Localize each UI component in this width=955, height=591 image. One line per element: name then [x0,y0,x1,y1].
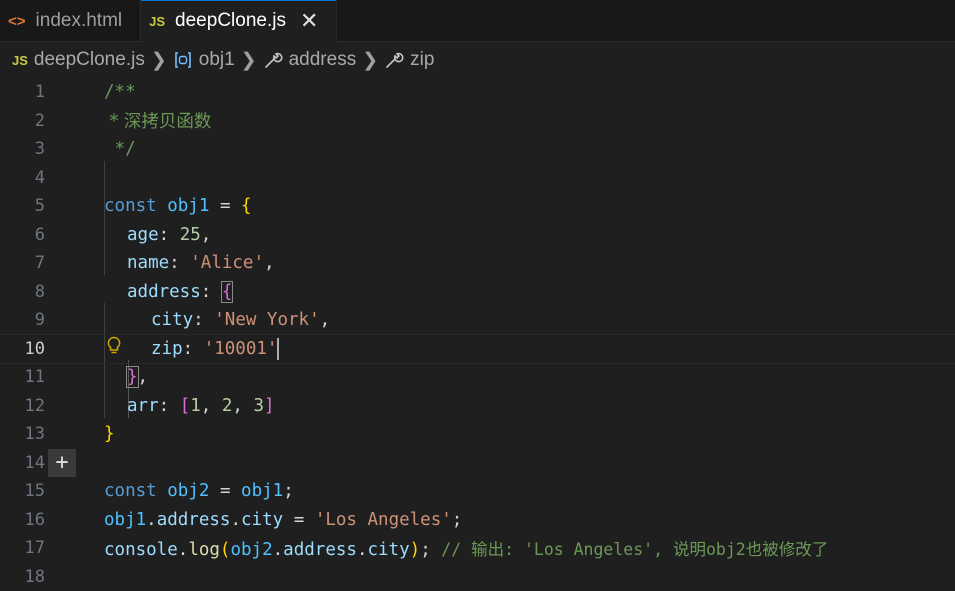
line-number: 7 [0,253,45,273]
add-icon[interactable]: + [48,449,76,477]
code-comment: /** [104,82,136,102]
line-number: 4 [0,168,45,188]
code-editor[interactable]: 1 /** 2 * 深拷贝函数 3 */ 4 5 const obj1 = { … [0,78,955,576]
code-text: city: 'New York', [151,310,330,330]
code-line: 8 address: { [0,278,955,307]
tab-label: index.html [36,10,123,32]
code-comment: * 深拷贝函数 [104,108,211,133]
line-number: 8 [0,282,45,302]
code-line: 7 name: 'Alice', [0,249,955,278]
code-text: const obj2 = obj1; [104,481,294,501]
tab-bar: <> index.html JS deepClone.js ✕ [0,0,955,42]
code-text: name: 'Alice', [127,253,275,273]
line-number: 5 [0,196,45,216]
wrench-icon [384,50,404,70]
code-line: 9 city: 'New York', [0,306,955,335]
lightbulb-icon[interactable] [106,336,122,361]
js-file-icon: JS [12,53,28,68]
code-line: 2 * 深拷贝函数 [0,107,955,136]
line-number: 6 [0,225,45,245]
code-text: const obj1 = { [104,196,252,216]
code-line: 6 age: 25, [0,221,955,250]
code-comment: */ [104,139,136,159]
line-number: 3 [0,139,45,159]
breadcrumb-item-file[interactable]: deepClone.js [34,49,145,71]
js-file-icon: JS [149,14,165,29]
line-number: 2 [0,111,45,131]
code-text: console.log(obj2.address.city); // 输出: '… [104,536,828,560]
line-number: 13 [0,424,45,444]
code-line: 3 */ [0,135,955,164]
breadcrumb: JS deepClone.js ❯ obj1 ❯ address ❯ zip [0,42,955,78]
wrench-icon [263,50,283,70]
line-number: 14 [0,453,45,473]
chevron-right-icon: ❯ [241,49,257,72]
code-line: 12 arr: [1, 2, 3] [0,392,955,421]
code-line: 15 const obj2 = obj1; [0,477,955,506]
variable-icon [173,51,193,69]
tab-deepclone-js[interactable]: JS deepClone.js ✕ [141,0,337,42]
text-cursor [277,338,279,360]
code-line: 14 + [0,449,955,478]
line-number: 1 [0,82,45,102]
line-number: 17 [0,538,45,558]
line-number: 9 [0,310,45,330]
code-line: 4 [0,164,955,193]
line-number: 11 [0,367,45,387]
breadcrumb-item-obj1[interactable]: obj1 [199,49,235,71]
tab-label: deepClone.js [175,10,286,32]
code-text: }, [127,367,148,387]
code-text: address: { [127,282,232,302]
current-code-line: 10 zip: '10001' [0,335,955,364]
code-line: 5 const obj1 = { [0,192,955,221]
code-line: 16 obj1.address.city = 'Los Angeles'; [0,506,955,535]
line-number: 16 [0,510,45,530]
breadcrumb-item-zip[interactable]: zip [410,49,434,71]
chevron-right-icon: ❯ [362,49,378,72]
close-icon[interactable]: ✕ [300,10,318,32]
line-number: 18 [0,567,45,587]
code-text: } [104,424,115,444]
code-text: age: 25, [127,225,211,245]
code-line: 13 } [0,420,955,449]
html-file-icon: <> [8,13,26,30]
line-number: 10 [0,339,45,359]
line-number: 12 [0,396,45,416]
code-line: 17 console.log(obj2.address.city); // 输出… [0,534,955,563]
code-line: 18 [0,563,955,591]
line-number: 15 [0,481,45,501]
code-line: 1 /** [0,78,955,107]
code-text: obj1.address.city = 'Los Angeles'; [104,510,462,530]
tab-index-html[interactable]: <> index.html [0,0,141,42]
chevron-right-icon: ❯ [151,49,167,72]
code-text: zip: '10001' [151,338,279,360]
breadcrumb-item-address[interactable]: address [289,49,357,71]
code-text: arr: [1, 2, 3] [127,396,275,416]
code-line: 11 }, [0,363,955,392]
